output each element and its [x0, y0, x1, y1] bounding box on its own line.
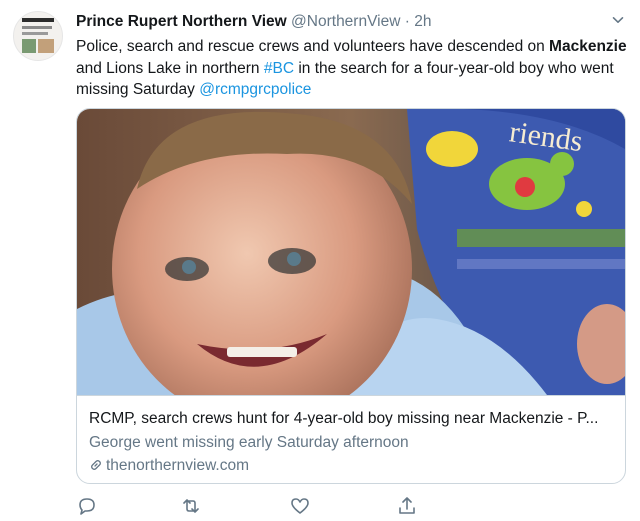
link-card[interactable]: riends RCMP, search crews hunt for 4-yea… — [76, 108, 626, 484]
card-photo[interactable]: riends — [77, 109, 625, 395]
card-title[interactable]: RCMP, search crews hunt for 4-year-old b… — [89, 410, 619, 428]
author-name[interactable]: Prince Rupert Northern View — [76, 13, 287, 30]
bold-place-name: Mackenzie — [549, 38, 627, 55]
separator-dot: · — [404, 13, 410, 30]
mention-link[interactable]: @rcmpgrcpolice — [199, 81, 311, 98]
author-handle[interactable]: @NorthernView — [291, 13, 400, 30]
link-icon — [91, 460, 101, 470]
tweet-actions — [76, 495, 476, 517]
timestamp[interactable]: 2h — [414, 13, 431, 30]
tweet-text-part2: and Lions Lake in northern — [76, 59, 264, 77]
card-description: George went missing early Saturday after… — [89, 434, 409, 451]
hashtag-link[interactable]: #BC — [264, 60, 294, 77]
chevron-down-icon[interactable] — [612, 14, 624, 26]
tweet[interactable]: Prince Rupert Northern View @NorthernVie… — [0, 0, 640, 521]
tweet-header: Prince Rupert Northern View @NorthernVie… — [76, 12, 621, 32]
share-icon[interactable] — [396, 495, 418, 517]
card-domain-text: thenorthernview.com — [106, 457, 250, 474]
retweet-icon[interactable] — [180, 495, 202, 517]
like-icon[interactable] — [289, 495, 311, 517]
reply-icon[interactable] — [76, 495, 98, 517]
tweet-text-part1: Police, search and rescue crews and volu… — [76, 38, 550, 55]
tweet-text: Police, search and rescue crews and volu… — [76, 36, 628, 101]
avatar[interactable] — [13, 11, 63, 61]
card-text-area[interactable]: RCMP, search crews hunt for 4-year-old b… — [77, 395, 625, 483]
card-domain[interactable]: thenorthernview.com — [89, 457, 249, 475]
